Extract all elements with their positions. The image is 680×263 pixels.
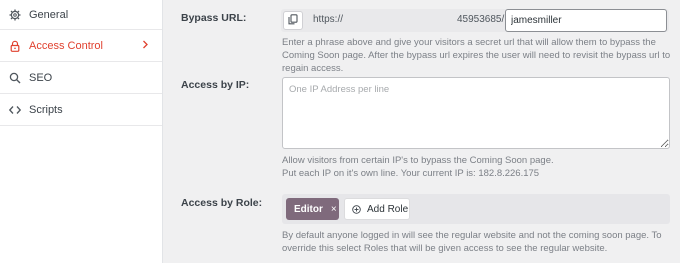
bypass-url-field: https:// 45953685/ bbox=[281, 9, 669, 32]
plus-circle-icon bbox=[352, 204, 361, 214]
copy-icon bbox=[288, 12, 298, 30]
access-by-ip-label: Access by IP: bbox=[181, 79, 250, 91]
sidebar-item-general[interactable]: General bbox=[0, 0, 162, 30]
role-tag-label: Editor bbox=[294, 203, 323, 215]
bypass-url-code: 45953685/ bbox=[457, 14, 505, 25]
bypass-url-prefix: https:// bbox=[313, 14, 344, 25]
access-by-role-label: Access by Role: bbox=[181, 197, 263, 209]
remove-role-icon[interactable]: × bbox=[331, 204, 337, 215]
sidebar-item-label: Scripts bbox=[29, 103, 63, 116]
code-icon bbox=[9, 104, 21, 116]
sidebar-item-scripts[interactable]: Scripts bbox=[0, 94, 162, 126]
bypass-url-label: Bypass URL: bbox=[181, 12, 247, 24]
add-role-label: Add Role bbox=[367, 203, 409, 215]
settings-sidebar: General Access Control SEO Scripts bbox=[0, 0, 163, 263]
bypass-phrase-input[interactable] bbox=[505, 9, 667, 32]
search-icon bbox=[9, 72, 21, 84]
sidebar-item-label: SEO bbox=[29, 71, 53, 84]
gear-icon bbox=[9, 9, 21, 21]
ip-address-textarea[interactable] bbox=[282, 77, 670, 149]
ip-help-line-1: Allow visitors from certain IP's to bypa… bbox=[282, 155, 554, 166]
ip-help-line-2: Put each IP on it's own line. Your curre… bbox=[282, 168, 540, 179]
lock-icon bbox=[9, 40, 21, 52]
sidebar-item-seo[interactable]: SEO bbox=[0, 62, 162, 94]
role-help: By default anyone logged in will see the… bbox=[282, 230, 662, 254]
sidebar-item-label: Access Control bbox=[29, 39, 103, 52]
access-control-panel: Bypass URL: https:// 45953685/ Enter a p… bbox=[164, 0, 680, 263]
role-tag-editor: Editor × bbox=[286, 198, 339, 220]
chevron-right-icon bbox=[142, 40, 149, 52]
bypass-url-help: Enter a phrase above and give your visit… bbox=[282, 37, 671, 74]
role-selector: Editor × Add Role bbox=[282, 194, 670, 224]
add-role-button[interactable]: Add Role bbox=[344, 198, 410, 220]
copy-button[interactable] bbox=[283, 11, 303, 30]
sidebar-item-label: General bbox=[29, 8, 69, 21]
sidebar-item-access-control[interactable]: Access Control bbox=[0, 30, 162, 62]
